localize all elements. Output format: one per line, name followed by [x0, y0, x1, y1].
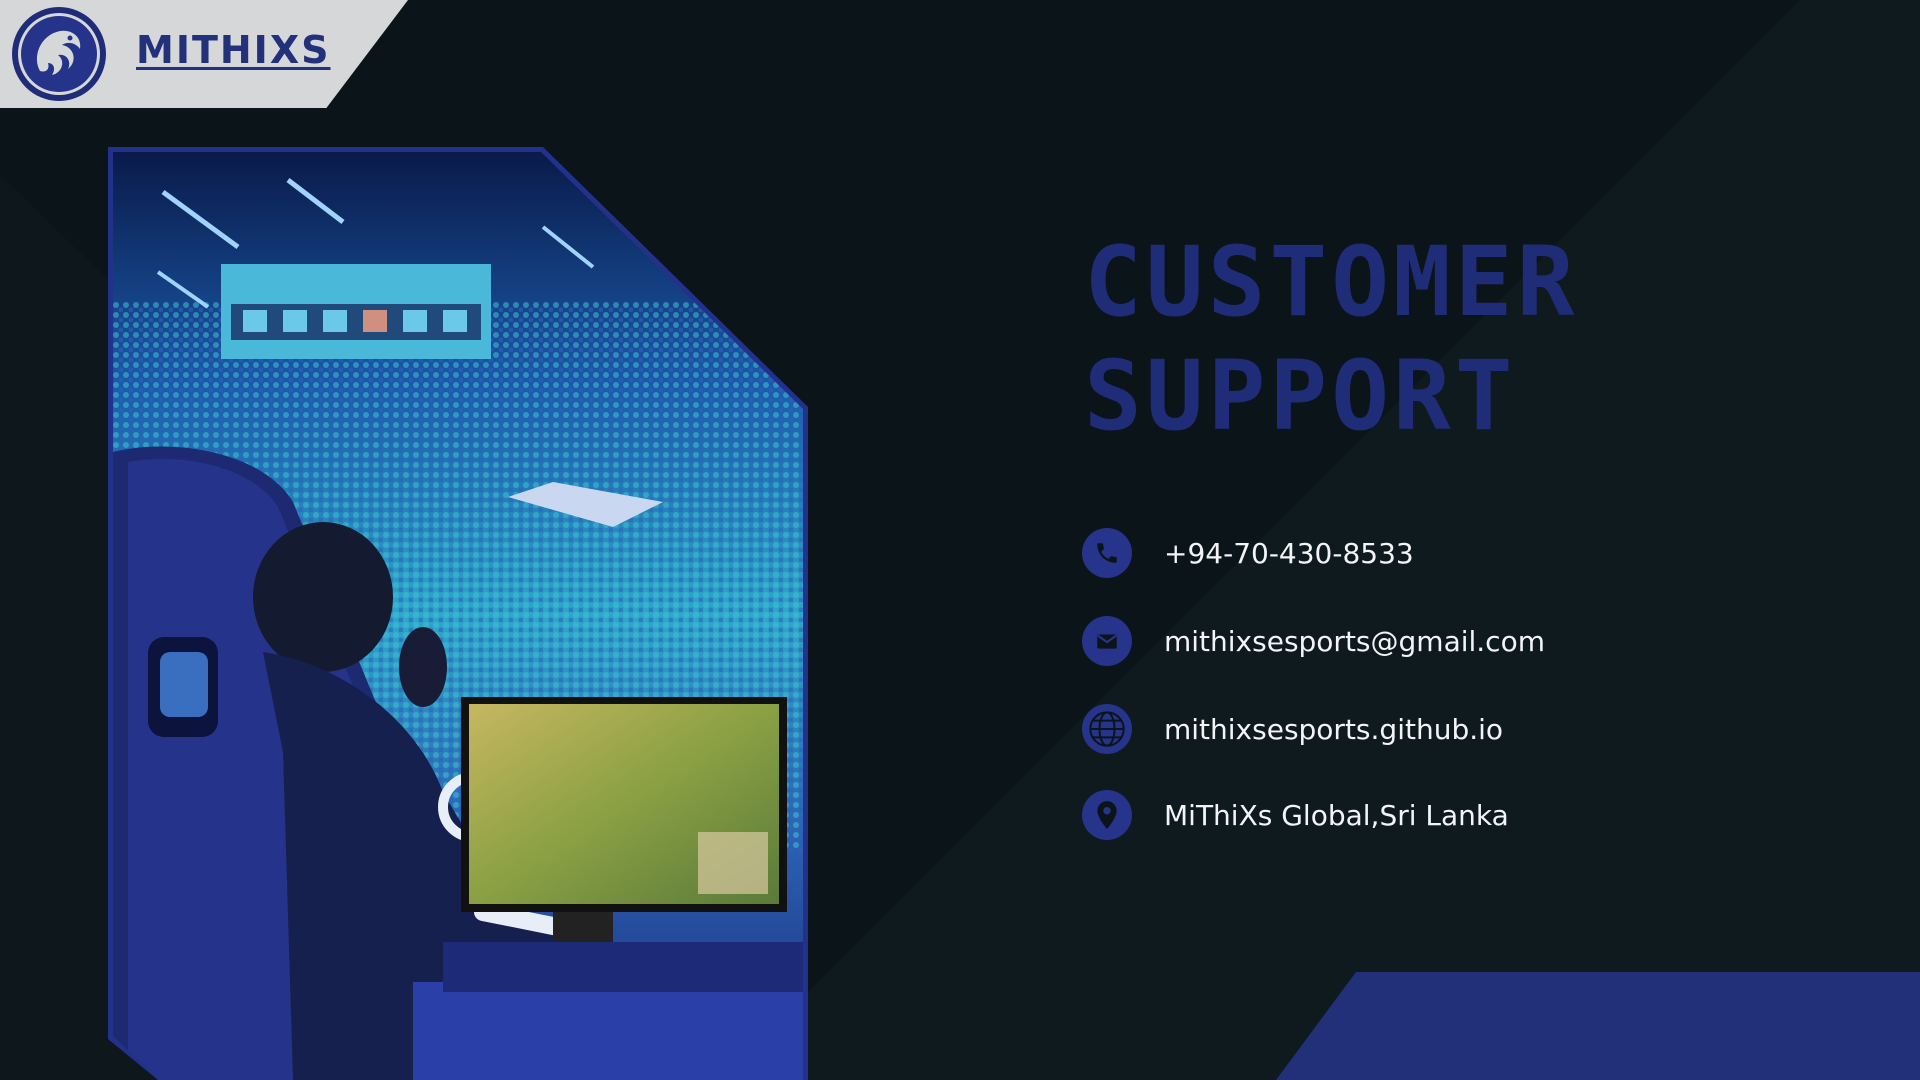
email-address[interactable]: mithixsesports@gmail.com	[1164, 625, 1545, 658]
title-line-2: SUPPORT	[1084, 340, 1517, 452]
contact-item-location[interactable]: MiThiXs Global,Sri Lanka	[1082, 790, 1782, 840]
phone-icon	[1082, 528, 1132, 578]
website-url[interactable]: mithixsesports.github.io	[1164, 713, 1503, 746]
contact-item-phone[interactable]: +94-70-430-8533	[1082, 528, 1782, 578]
map-pin-icon	[1082, 790, 1132, 840]
mail-icon	[1082, 616, 1132, 666]
location-text: MiThiXs Global,Sri Lanka	[1164, 798, 1509, 832]
contact-item-website[interactable]: mithixsesports.github.io	[1082, 704, 1782, 754]
dragon-emblem-icon[interactable]	[10, 5, 108, 103]
title-line-1: CUSTOMER	[1084, 226, 1579, 338]
brand-name[interactable]: MITHIXS	[136, 28, 330, 72]
phone-number[interactable]: +94-70-430-8533	[1164, 537, 1414, 570]
corner-accent	[1276, 972, 1920, 1080]
page-title: CUSTOMER SUPPORT	[1084, 225, 1578, 453]
globe-icon	[1082, 704, 1132, 754]
contact-item-email[interactable]: mithixsesports@gmail.com	[1082, 616, 1782, 666]
